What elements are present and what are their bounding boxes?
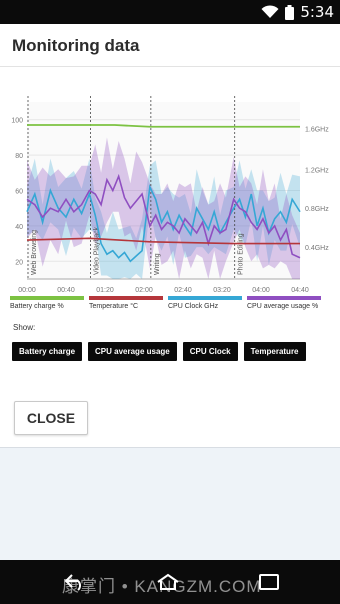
watermark: 康掌门 • KANGZM.COM — [62, 577, 262, 596]
legend-swatch — [10, 296, 84, 300]
close-button[interactable]: CLOSE — [14, 401, 88, 435]
status-time: 5:34 — [300, 3, 334, 21]
y-right-tick-label: 0.8GHz — [305, 206, 329, 213]
segment-label: Writing — [154, 253, 161, 275]
y-left-tick-label: 100 — [11, 118, 23, 125]
filter-cpu-average-usage-button[interactable]: CPU average usage — [88, 342, 177, 361]
x-tick-label: 04:00 — [252, 287, 270, 294]
legend-label: CPU average usage % — [247, 303, 319, 310]
legend-label: Temperature °C — [89, 303, 139, 310]
x-tick-label: 04:40 — [291, 287, 309, 294]
x-tick-label: 03:20 — [213, 287, 231, 294]
legend-item: Temperature °C — [89, 296, 163, 310]
y-left-tick-label: 20 — [15, 259, 23, 266]
show-label: Show: — [13, 323, 36, 332]
filter-cpu-clock-button[interactable]: CPU Clock — [182, 342, 238, 361]
filter-chips: Battery charge CPU average usage CPU Clo… — [12, 342, 306, 361]
legend-item: Battery charge % — [10, 296, 84, 310]
y-left-tick-label: 60 — [15, 189, 23, 196]
segment-label: Photo Editing — [238, 233, 245, 275]
battery-icon — [285, 4, 295, 20]
status-bar: 5:34 — [0, 0, 340, 24]
segment-label: Web Browsing — [31, 230, 38, 275]
legend-swatch — [247, 296, 321, 300]
legend-swatch — [168, 296, 242, 300]
x-tick-label: 00:00 — [18, 287, 36, 294]
legend-item: CPU average usage % — [247, 296, 321, 310]
wifi-icon — [261, 5, 279, 18]
legend-label: CPU Clock GHz — [168, 303, 219, 310]
x-tick-label: 01:20 — [96, 287, 114, 294]
x-tick-label: 02:00 — [135, 287, 153, 294]
monitoring-chart: 20 40 60 80 100 0.4GHz 0.8GHz 1.2GHz 1.6GHz 00:00… — [11, 96, 329, 294]
y-right-tick-label: 1.2GHz — [305, 167, 329, 174]
filter-temperature-button[interactable]: Temperature — [243, 342, 306, 361]
title-divider — [0, 66, 340, 67]
dialog-title: Monitoring data — [12, 36, 140, 55]
x-tick-label: 02:40 — [174, 287, 192, 294]
legend-swatch — [89, 296, 163, 300]
legend-item: CPU Clock GHz — [168, 296, 242, 310]
monitoring-dialog: Monitoring data 20 40 60 80 100 0.4GHz 0.8GHz 1… — [0, 24, 340, 448]
status-icons: 5:34 — [261, 3, 334, 21]
x-tick-label: 00:40 — [57, 287, 75, 294]
filter-battery-charge-button[interactable]: Battery charge — [12, 342, 83, 361]
legend-label: Battery charge % — [10, 303, 64, 310]
y-right-tick-label: 1.6GHz — [305, 127, 329, 134]
y-left-tick-label: 80 — [15, 153, 23, 160]
navigation-bar: 康掌门 • KANGZM.COM — [0, 560, 340, 604]
y-left-tick-label: 40 — [15, 224, 23, 231]
y-right-tick-label: 0.4GHz — [305, 245, 329, 252]
